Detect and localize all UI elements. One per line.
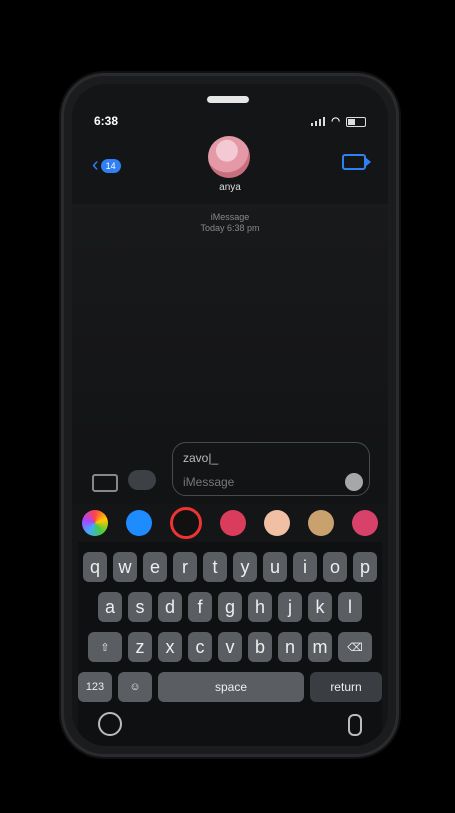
key-i[interactable]: i <box>293 552 317 582</box>
camera-icon[interactable] <box>92 474 118 492</box>
memoji-icon-2[interactable] <box>308 510 334 536</box>
key-c[interactable]: c <box>188 632 212 662</box>
heart-app-icon[interactable] <box>352 510 378 536</box>
key-d[interactable]: d <box>158 592 182 622</box>
key-row-2: asdfghjkl <box>78 592 382 622</box>
key-z[interactable]: z <box>128 632 152 662</box>
key-row-1: qwertyuiop <box>78 552 382 582</box>
key-row-4: 123 ☺ space return <box>78 672 382 702</box>
key-s[interactable]: s <box>128 592 152 622</box>
battery-icon <box>346 116 366 127</box>
status-bar: 6:38 ◠ <box>94 114 366 130</box>
key-m[interactable]: m <box>308 632 332 662</box>
return-key[interactable]: return <box>310 672 382 702</box>
key-b[interactable]: b <box>248 632 272 662</box>
key-h[interactable]: h <box>248 592 272 622</box>
key-t[interactable]: t <box>203 552 227 582</box>
contact-name[interactable]: anya <box>72 182 388 193</box>
app-store-icon[interactable] <box>126 510 152 536</box>
timestamp-label: Today 6:38 pm <box>200 223 260 233</box>
keyboard-bottom-controls <box>98 712 362 736</box>
key-f[interactable]: f <box>188 592 212 622</box>
audio-message-icon[interactable] <box>345 473 363 491</box>
contact-avatar[interactable] <box>208 136 250 178</box>
globe-icon[interactable] <box>98 712 122 736</box>
typed-text: zavo|_ <box>183 451 219 465</box>
key-g[interactable]: g <box>218 592 242 622</box>
key-r[interactable]: r <box>173 552 197 582</box>
search-app-icon[interactable] <box>220 510 246 536</box>
signal-icon <box>311 117 326 126</box>
conversation-meta: iMessage Today 6:38 pm <box>72 212 388 234</box>
key-u[interactable]: u <box>263 552 287 582</box>
key-x[interactable]: x <box>158 632 182 662</box>
app-store-button[interactable] <box>128 470 156 490</box>
key-l[interactable]: l <box>338 592 362 622</box>
key-k[interactable]: k <box>308 592 332 622</box>
key-p[interactable]: p <box>353 552 377 582</box>
key-a[interactable]: a <box>98 592 122 622</box>
key-row-3: ⇧ zxcvbnm ⌫ <box>78 632 382 662</box>
service-label: iMessage <box>210 212 250 222</box>
keyboard: qwertyuiop asdfghjkl ⇧ zxcvbnm ⌫ 123 ☺ s… <box>78 542 382 746</box>
message-input[interactable]: zavo|_ iMessage <box>172 442 370 496</box>
message-placeholder: iMessage <box>183 475 235 489</box>
status-icons: ◠ <box>311 116 366 127</box>
key-e[interactable]: e <box>143 552 167 582</box>
microphone-icon[interactable] <box>348 714 362 736</box>
status-time: 6:38 <box>94 114 119 128</box>
fitness-app-icon[interactable] <box>170 507 202 539</box>
top-pill <box>207 96 249 103</box>
key-n[interactable]: n <box>278 632 302 662</box>
phone-frame: 6:38 ◠ ‹ 14 anya iMessage Today 6:38 pm … <box>64 76 396 754</box>
wifi-icon: ◠ <box>331 116 340 127</box>
memoji-icon[interactable] <box>264 510 290 536</box>
unread-count-badge: 14 <box>100 158 121 173</box>
key-q[interactable]: q <box>83 552 107 582</box>
chevron-left-icon: ‹ <box>92 154 99 176</box>
emoji-key[interactable]: ☺ <box>118 672 152 702</box>
delete-key[interactable]: ⌫ <box>338 632 372 662</box>
video-call-icon[interactable] <box>342 154 371 170</box>
numbers-key[interactable]: 123 <box>78 672 112 702</box>
imessage-app-bar <box>82 504 378 542</box>
shift-key[interactable]: ⇧ <box>88 632 122 662</box>
key-y[interactable]: y <box>233 552 257 582</box>
photos-app-icon[interactable] <box>82 510 108 536</box>
key-w[interactable]: w <box>113 552 137 582</box>
back-button[interactable]: ‹ 14 <box>92 154 121 177</box>
key-j[interactable]: j <box>278 592 302 622</box>
messages-screen: 6:38 ◠ ‹ 14 anya iMessage Today 6:38 pm … <box>72 84 388 746</box>
key-o[interactable]: o <box>323 552 347 582</box>
key-v[interactable]: v <box>218 632 242 662</box>
space-key[interactable]: space <box>158 672 304 702</box>
